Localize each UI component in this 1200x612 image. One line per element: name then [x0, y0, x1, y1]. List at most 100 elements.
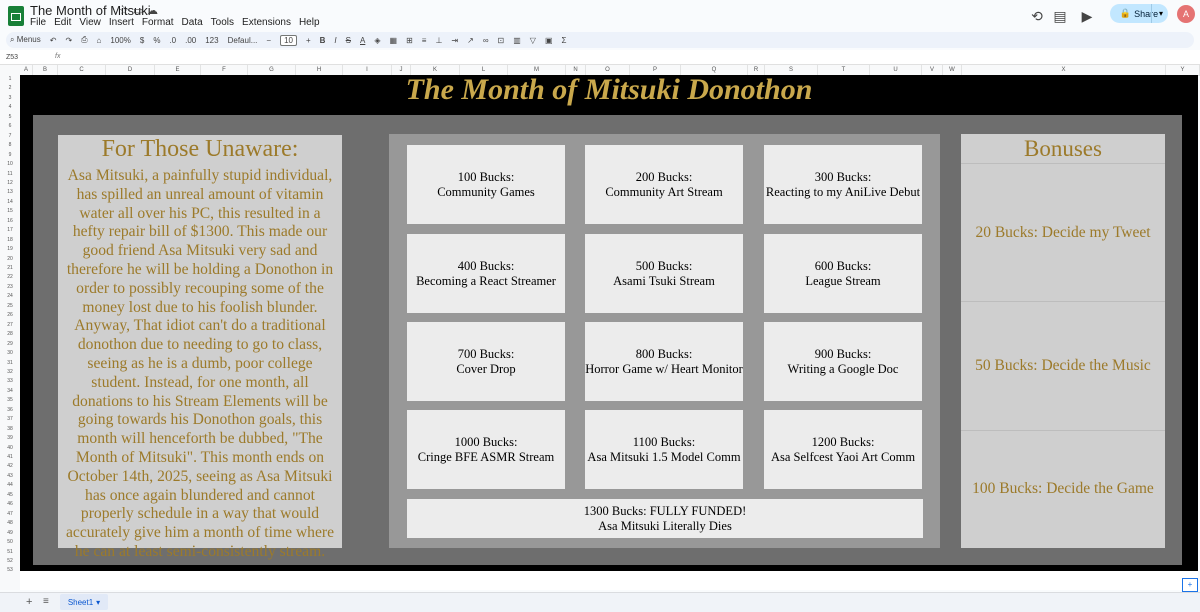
- cloud-status-icon[interactable]: ☁: [147, 4, 158, 17]
- currency-format[interactable]: $: [140, 36, 144, 45]
- row-label[interactable]: 4: [0, 103, 20, 111]
- row-label[interactable]: 50: [0, 538, 20, 546]
- row-label[interactable]: 45: [0, 491, 20, 499]
- row-label[interactable]: 25: [0, 302, 20, 310]
- row-label[interactable]: 41: [0, 453, 20, 461]
- row-label[interactable]: 38: [0, 425, 20, 433]
- number-format[interactable]: 123: [205, 36, 218, 45]
- row-label[interactable]: 52: [0, 557, 20, 565]
- menu-data[interactable]: Data: [182, 17, 203, 28]
- insert-link-icon[interactable]: ∞: [483, 36, 489, 45]
- row-label[interactable]: 31: [0, 359, 20, 367]
- row-label[interactable]: 29: [0, 340, 20, 348]
- row-label[interactable]: 11: [0, 170, 20, 178]
- row-label[interactable]: 16: [0, 217, 20, 225]
- row-label[interactable]: 19: [0, 245, 20, 253]
- row-label[interactable]: 14: [0, 198, 20, 206]
- text-color-icon[interactable]: A: [360, 36, 365, 45]
- row-label[interactable]: 23: [0, 283, 20, 291]
- comments-icon[interactable]: ▤: [1051, 7, 1069, 25]
- share-dropdown-icon[interactable]: ▾: [1151, 4, 1170, 23]
- font-size-input[interactable]: 10: [280, 34, 297, 46]
- star-icon[interactable]: ☆: [119, 4, 129, 17]
- row-label[interactable]: 5: [0, 113, 20, 121]
- row-label[interactable]: 53: [0, 566, 20, 574]
- text-wrap-icon[interactable]: ⇥: [451, 36, 458, 45]
- add-sheet-icon[interactable]: +: [26, 596, 32, 608]
- row-label[interactable]: 6: [0, 122, 20, 130]
- italic-icon[interactable]: I: [334, 36, 336, 45]
- align-horizontal-icon[interactable]: ≡: [422, 36, 427, 45]
- history-icon[interactable]: ⟲: [1028, 7, 1046, 25]
- menu-extensions[interactable]: Extensions: [242, 17, 291, 28]
- row-label[interactable]: 30: [0, 349, 20, 357]
- row-label[interactable]: 9: [0, 151, 20, 159]
- row-label[interactable]: 51: [0, 548, 20, 556]
- row-label[interactable]: 22: [0, 273, 20, 281]
- row-label[interactable]: 2: [0, 84, 20, 92]
- menu-view[interactable]: View: [79, 17, 101, 28]
- row-label[interactable]: 17: [0, 226, 20, 234]
- row-label[interactable]: 46: [0, 500, 20, 508]
- text-rotation-icon[interactable]: ↗: [467, 36, 474, 45]
- row-label[interactable]: 36: [0, 406, 20, 414]
- search-menus[interactable]: ⌕ Menus: [10, 35, 41, 45]
- insert-chart-icon[interactable]: ▥: [513, 36, 521, 45]
- row-label[interactable]: 12: [0, 179, 20, 187]
- row-label[interactable]: 48: [0, 519, 20, 527]
- row-label[interactable]: 7: [0, 132, 20, 140]
- row-label[interactable]: 21: [0, 264, 20, 272]
- fill-color-icon[interactable]: ◈: [374, 36, 380, 45]
- row-label[interactable]: 43: [0, 472, 20, 480]
- percent-format[interactable]: %: [153, 36, 160, 45]
- row-label[interactable]: 33: [0, 377, 20, 385]
- menu-format[interactable]: Format: [142, 17, 174, 28]
- font-size-decrease-icon[interactable]: −: [266, 36, 271, 45]
- sheets-logo-icon[interactable]: [8, 6, 24, 26]
- borders-icon[interactable]: ▦: [390, 36, 398, 45]
- all-sheets-icon[interactable]: ≡: [43, 596, 49, 607]
- row-label[interactable]: 27: [0, 321, 20, 329]
- row-label[interactable]: 28: [0, 330, 20, 338]
- menu-insert[interactable]: Insert: [109, 17, 134, 28]
- zoom-select[interactable]: 100%: [110, 36, 130, 45]
- row-label[interactable]: 1: [0, 75, 20, 83]
- row-label[interactable]: 13: [0, 188, 20, 196]
- row-label[interactable]: 40: [0, 444, 20, 452]
- filter-icon[interactable]: ▽: [530, 36, 536, 45]
- meet-icon[interactable]: ▶: [1078, 7, 1096, 25]
- row-label[interactable]: 39: [0, 434, 20, 442]
- font-size-increase-icon[interactable]: +: [306, 36, 311, 45]
- explore-icon[interactable]: +: [1182, 578, 1198, 592]
- menu-help[interactable]: Help: [299, 17, 320, 28]
- print-icon[interactable]: ⎙: [81, 35, 87, 45]
- row-label[interactable]: 47: [0, 510, 20, 518]
- font-select[interactable]: Defaul...: [228, 36, 258, 45]
- move-folder-icon[interactable]: ▭: [133, 4, 143, 17]
- row-label[interactable]: 37: [0, 415, 20, 423]
- insert-comment-icon[interactable]: ⊡: [498, 36, 505, 45]
- row-label[interactable]: 15: [0, 207, 20, 215]
- row-label[interactable]: 18: [0, 236, 20, 244]
- increase-decimal[interactable]: .00: [185, 36, 196, 45]
- row-label[interactable]: 10: [0, 160, 20, 168]
- row-label[interactable]: 44: [0, 481, 20, 489]
- row-label[interactable]: 42: [0, 462, 20, 470]
- functions-icon[interactable]: Σ: [562, 36, 567, 45]
- decrease-decimal[interactable]: .0: [169, 36, 176, 45]
- row-label[interactable]: 49: [0, 529, 20, 537]
- paint-format-icon[interactable]: ⌂: [97, 36, 102, 45]
- undo-icon[interactable]: ↶: [50, 36, 57, 45]
- row-label[interactable]: 34: [0, 387, 20, 395]
- bold-icon[interactable]: B: [320, 36, 326, 45]
- menu-tools[interactable]: Tools: [211, 17, 234, 28]
- strikethrough-icon[interactable]: S: [346, 36, 351, 45]
- row-label[interactable]: 32: [0, 368, 20, 376]
- name-box[interactable]: Z53: [6, 54, 18, 61]
- merge-cells-icon[interactable]: ⊞: [406, 36, 413, 45]
- row-label[interactable]: 35: [0, 396, 20, 404]
- row-label[interactable]: 20: [0, 255, 20, 263]
- menu-edit[interactable]: Edit: [54, 17, 71, 28]
- row-label[interactable]: 24: [0, 292, 20, 300]
- avatar[interactable]: A: [1177, 5, 1195, 23]
